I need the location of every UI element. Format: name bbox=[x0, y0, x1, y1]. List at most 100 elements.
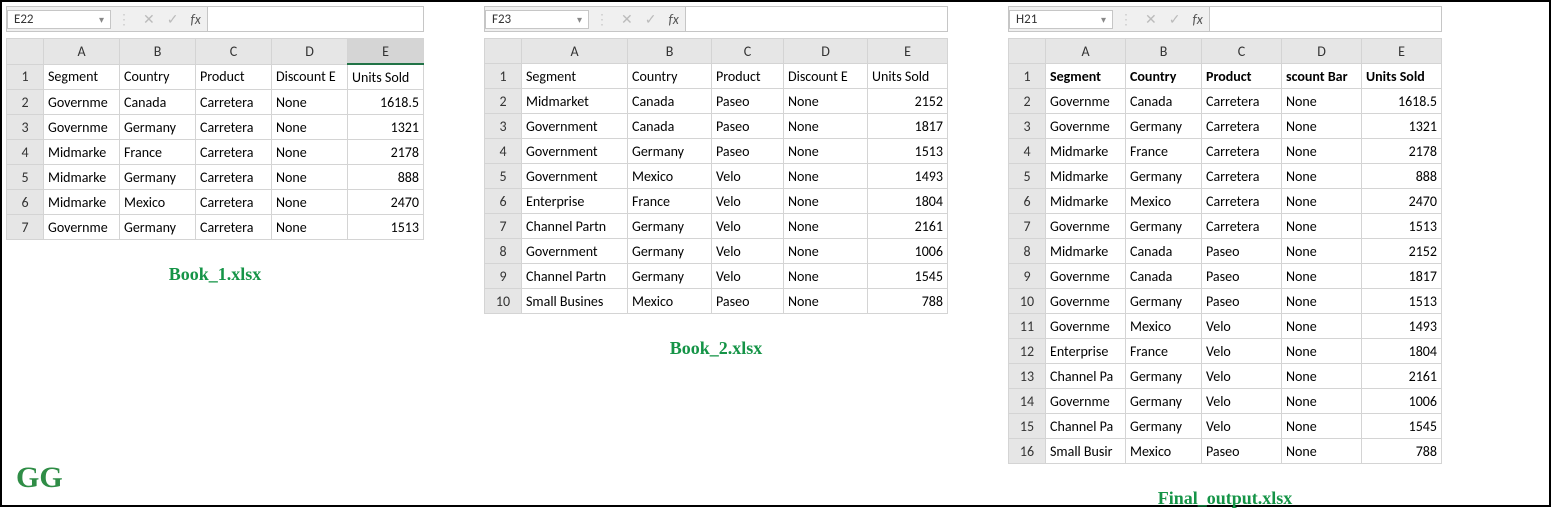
cell[interactable]: Segment bbox=[522, 64, 628, 89]
cell[interactable]: None bbox=[1282, 364, 1362, 389]
cell[interactable]: Channel Partn bbox=[522, 264, 628, 289]
cell[interactable]: None bbox=[1282, 89, 1362, 114]
cell[interactable]: Governme bbox=[1046, 264, 1126, 289]
cell[interactable]: 1513 bbox=[868, 139, 948, 164]
fx-icon[interactable]: fx bbox=[1186, 11, 1208, 28]
cell[interactable]: Paseo bbox=[712, 89, 784, 114]
column-header[interactable]: E bbox=[348, 39, 424, 65]
chevron-down-icon[interactable]: ▾ bbox=[577, 13, 582, 26]
cell[interactable]: Governme bbox=[44, 215, 120, 240]
column-header[interactable]: D bbox=[784, 39, 868, 64]
cell[interactable]: Channel Pa bbox=[1046, 364, 1126, 389]
cell[interactable]: Paseo bbox=[1202, 289, 1282, 314]
cell[interactable]: Canada bbox=[120, 90, 196, 115]
cell[interactable]: 1006 bbox=[1362, 389, 1442, 414]
chevron-down-icon[interactable]: ▾ bbox=[99, 13, 104, 26]
cell[interactable]: Mexico bbox=[1126, 314, 1202, 339]
cell[interactable]: None bbox=[272, 115, 348, 140]
formula-input[interactable] bbox=[685, 7, 947, 31]
cancel-icon[interactable]: ✕ bbox=[615, 11, 639, 28]
row-header[interactable]: 9 bbox=[1009, 264, 1046, 289]
cell[interactable]: None bbox=[784, 139, 868, 164]
cell[interactable]: Midmarke bbox=[44, 190, 120, 215]
cell[interactable]: Carretera bbox=[1202, 214, 1282, 239]
cell[interactable]: 2470 bbox=[1362, 189, 1442, 214]
cell[interactable]: Channel Partn bbox=[522, 214, 628, 239]
cell[interactable]: Carretera bbox=[1202, 139, 1282, 164]
row-header[interactable]: 8 bbox=[485, 239, 522, 264]
cell[interactable]: Velo bbox=[1202, 314, 1282, 339]
cell[interactable]: 2178 bbox=[1362, 139, 1442, 164]
column-header[interactable]: B bbox=[628, 39, 712, 64]
row-header[interactable]: 5 bbox=[1009, 164, 1046, 189]
column-header[interactable]: C bbox=[196, 39, 272, 65]
cell[interactable]: Governme bbox=[1046, 314, 1126, 339]
column-header[interactable]: A bbox=[522, 39, 628, 64]
cell[interactable]: 2161 bbox=[1362, 364, 1442, 389]
cell[interactable]: Paseo bbox=[1202, 264, 1282, 289]
formula-input[interactable] bbox=[1209, 7, 1441, 31]
cell[interactable]: 2152 bbox=[868, 89, 948, 114]
cell[interactable]: Discount E bbox=[784, 64, 868, 89]
cancel-icon[interactable]: ✕ bbox=[1139, 11, 1163, 28]
cell[interactable]: Velo bbox=[1202, 389, 1282, 414]
cell[interactable]: Governme bbox=[1046, 389, 1126, 414]
row-header[interactable]: 6 bbox=[485, 189, 522, 214]
name-box[interactable]: F23▾ bbox=[485, 10, 589, 29]
cell[interactable]: Governme bbox=[44, 115, 120, 140]
cell[interactable]: Mexico bbox=[1126, 189, 1202, 214]
cell[interactable]: Germany bbox=[1126, 114, 1202, 139]
cell[interactable]: Canada bbox=[628, 114, 712, 139]
cell[interactable]: 1493 bbox=[868, 164, 948, 189]
cell[interactable]: Carretera bbox=[1202, 114, 1282, 139]
row-header[interactable]: 7 bbox=[1009, 214, 1046, 239]
cell[interactable]: None bbox=[784, 289, 868, 314]
cell[interactable]: Velo bbox=[712, 189, 784, 214]
fx-icon[interactable]: fx bbox=[184, 11, 206, 28]
row-header[interactable]: 1 bbox=[7, 64, 44, 90]
column-header[interactable]: E bbox=[868, 39, 948, 64]
cell[interactable]: Carretera bbox=[1202, 164, 1282, 189]
select-all-corner[interactable] bbox=[485, 39, 522, 64]
cell[interactable]: Germany bbox=[1126, 389, 1202, 414]
cell[interactable]: None bbox=[784, 264, 868, 289]
cell[interactable]: None bbox=[272, 90, 348, 115]
cell[interactable]: 1618.5 bbox=[348, 90, 424, 115]
cell[interactable]: 1513 bbox=[348, 215, 424, 240]
cell[interactable]: None bbox=[784, 164, 868, 189]
row-header[interactable]: 1 bbox=[1009, 64, 1046, 89]
cell[interactable]: Germany bbox=[628, 264, 712, 289]
row-header[interactable]: 3 bbox=[1009, 114, 1046, 139]
fx-icon[interactable]: fx bbox=[662, 11, 684, 28]
cell[interactable]: Germany bbox=[120, 165, 196, 190]
cell[interactable]: 2152 bbox=[1362, 239, 1442, 264]
column-header[interactable]: A bbox=[1046, 39, 1126, 64]
row-header[interactable]: 6 bbox=[1009, 189, 1046, 214]
cell[interactable]: None bbox=[1282, 239, 1362, 264]
cell[interactable]: Velo bbox=[1202, 339, 1282, 364]
cell[interactable]: Canada bbox=[1126, 239, 1202, 264]
cell[interactable]: Carretera bbox=[196, 140, 272, 165]
cell[interactable]: Government bbox=[522, 114, 628, 139]
cancel-icon[interactable]: ✕ bbox=[137, 11, 161, 28]
cell[interactable]: Germany bbox=[120, 215, 196, 240]
cell[interactable]: Government bbox=[522, 164, 628, 189]
column-header[interactable]: B bbox=[1126, 39, 1202, 64]
cell[interactable]: 888 bbox=[348, 165, 424, 190]
cell[interactable]: Discount E bbox=[272, 64, 348, 90]
row-header[interactable]: 2 bbox=[7, 90, 44, 115]
cell[interactable]: None bbox=[272, 190, 348, 215]
cell[interactable]: Mexico bbox=[1126, 439, 1202, 464]
cell[interactable]: 1321 bbox=[348, 115, 424, 140]
cell[interactable]: 888 bbox=[1362, 164, 1442, 189]
cell[interactable]: 1618.5 bbox=[1362, 89, 1442, 114]
row-header[interactable]: 4 bbox=[7, 140, 44, 165]
cell[interactable]: Velo bbox=[712, 264, 784, 289]
cell[interactable]: None bbox=[1282, 214, 1362, 239]
cell[interactable]: 1804 bbox=[868, 189, 948, 214]
row-header[interactable]: 4 bbox=[1009, 139, 1046, 164]
cell[interactable]: 788 bbox=[1362, 439, 1442, 464]
cell[interactable]: Governme bbox=[1046, 89, 1126, 114]
cell[interactable]: None bbox=[272, 165, 348, 190]
chevron-down-icon[interactable]: ▾ bbox=[1101, 13, 1106, 26]
